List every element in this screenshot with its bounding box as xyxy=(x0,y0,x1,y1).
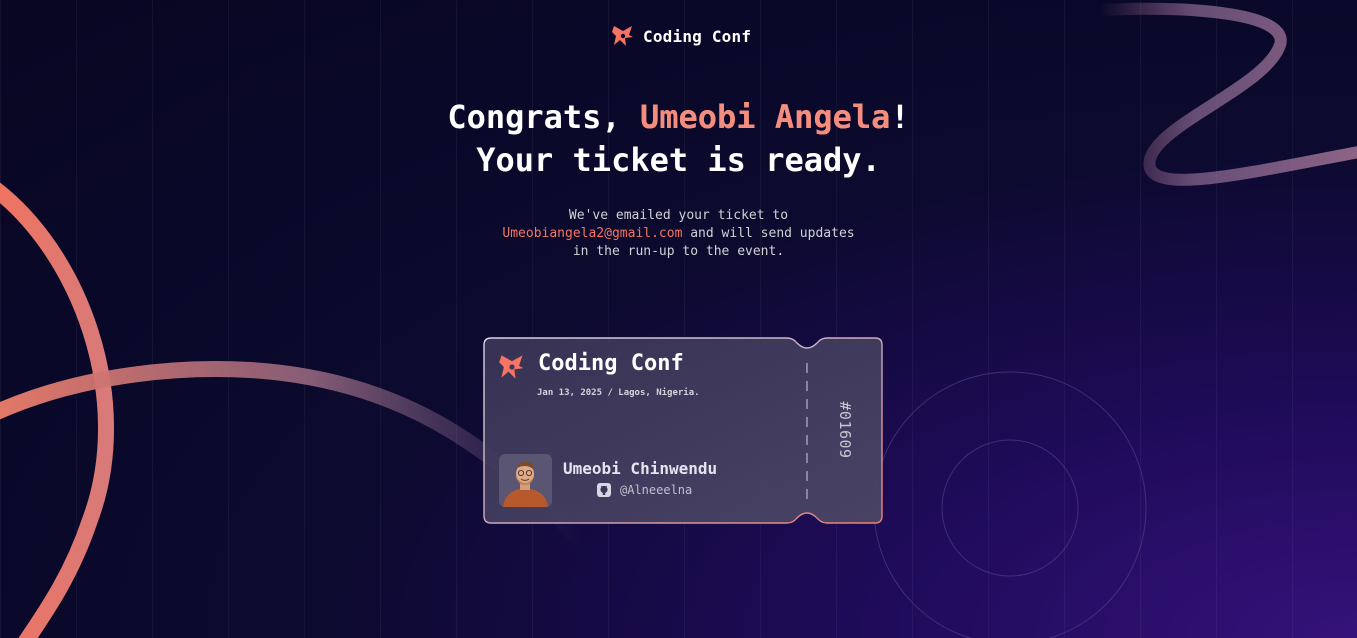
ticket-event-meta: Jan 13, 2025 / Lagos, Nigeria. xyxy=(537,388,700,398)
avatar-portrait xyxy=(499,454,552,507)
attendee-avatar xyxy=(499,454,552,507)
attendee-github-handle: @Alneeelna xyxy=(620,483,693,497)
headline-prefix: Congrats, xyxy=(447,98,640,136)
decor-circle-inner xyxy=(941,439,1079,577)
ticket-title: Coding Conf xyxy=(538,351,684,376)
decor-circle-outer xyxy=(873,371,1147,638)
page-headline: Congrats, Umeobi Angela! Your ticket is … xyxy=(0,96,1357,182)
message-after-email: and will send updates xyxy=(682,226,855,241)
brand-name: Coding Conf xyxy=(643,26,752,46)
message-line1: We've emailed your ticket to xyxy=(568,208,789,223)
headline-suffix: ! xyxy=(890,98,910,136)
headline-user-name: Umeobi Angela xyxy=(639,98,891,136)
message-line3: in the run-up to the event. xyxy=(572,244,785,259)
header-logo[interactable]: Coding Conf xyxy=(611,24,751,48)
github-icon xyxy=(597,483,611,497)
ticket-logo-icon xyxy=(499,355,524,379)
user-email: Umeobiangela2@gmail.com xyxy=(502,226,683,241)
headline-line2: Your ticket is ready. xyxy=(476,141,881,179)
confirmation-message: We've emailed your ticket to Umeobiangel… xyxy=(0,207,1357,261)
attendee-name: Umeobi Chinwendu xyxy=(563,459,718,478)
ticket-number: #01609 xyxy=(836,401,854,459)
coding-conf-logo-icon xyxy=(612,26,633,46)
conference-ticket: Coding Conf Jan 13, 2025 / Lagos, Nigeri… xyxy=(483,337,883,524)
